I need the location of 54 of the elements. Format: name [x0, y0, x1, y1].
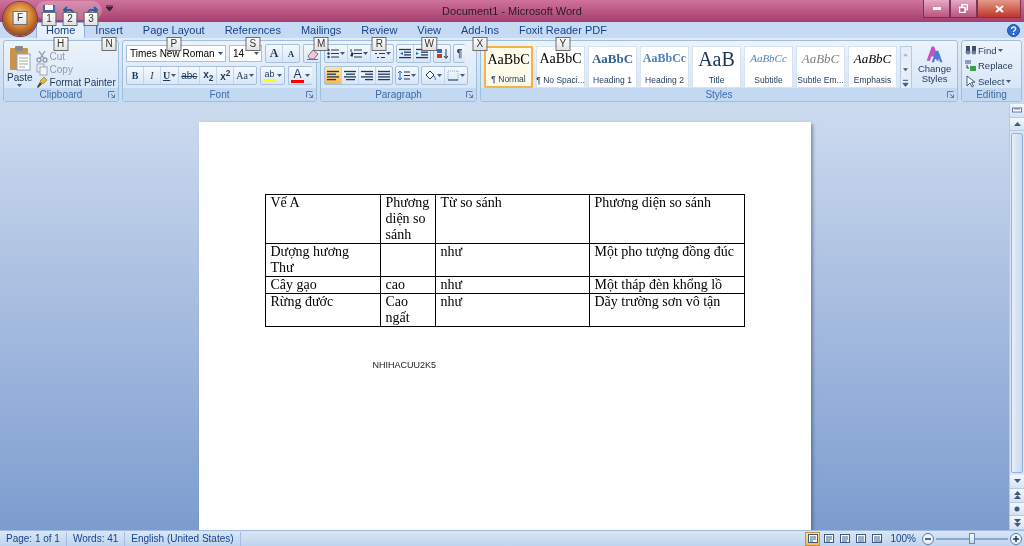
group-label: Paragraph: [375, 89, 422, 100]
keytip-tooltip: W: [421, 37, 437, 51]
keytip-tooltip: Y: [555, 37, 571, 51]
style-name: Heading 2: [645, 75, 684, 85]
style-preview: AaBbC: [591, 50, 634, 67]
group-label: Font: [209, 89, 230, 100]
table-cell: Dượng hương Thư: [265, 243, 380, 277]
style-name: Subtitle: [754, 75, 783, 85]
style-preview: AaBbCc: [750, 51, 787, 66]
table-cell: Cao ngất: [380, 293, 435, 327]
table-cell: như: [435, 276, 589, 294]
table-cell: cao: [380, 276, 435, 294]
style-preview: AaBbC: [487, 51, 530, 68]
keytip-tooltip: X: [472, 37, 488, 51]
style-preview: AaBbC: [801, 50, 840, 67]
status-text: Page: 1 of 1: [0, 531, 67, 546]
keytip-tooltip: N: [101, 37, 117, 51]
table-cell: Phương diện so sánh: [380, 194, 435, 244]
keytip-tooltip: 2: [62, 11, 78, 26]
table-cell: Vế A: [265, 194, 380, 244]
group-label: Editing: [976, 89, 1007, 100]
style-name: Emphasis: [853, 75, 892, 85]
table-cell: Rừng đước: [265, 293, 380, 327]
style-name: ¶ No Spaci...: [536, 75, 585, 85]
keytip-tooltip: 3: [83, 11, 99, 26]
table-cell: như: [435, 293, 589, 327]
keytip-tooltip: M: [313, 37, 329, 51]
table-cell: Cây gạo: [265, 276, 380, 294]
keytip-tooltip: R: [371, 37, 387, 51]
keytip-tooltip: P: [166, 37, 182, 51]
style-preview: AaB: [698, 50, 735, 68]
style-name: Subtle Em...: [797, 75, 844, 85]
page-text: NHIHACUU2K5: [372, 360, 437, 370]
style-preview: AaBbCc: [642, 50, 687, 67]
style-preview: AaBbC: [539, 50, 582, 67]
window-title: Document1 - Microsoft Word: [442, 5, 582, 17]
group-label: Styles: [705, 89, 733, 100]
table-cell: Phương diện so sánh: [589, 194, 744, 244]
style-name: ¶ Normal: [491, 74, 526, 84]
zoom-level-text: 100%: [890, 533, 916, 544]
keytip-tooltip: H: [53, 37, 69, 51]
table-cell: Một tháp đèn khổng lồ: [589, 276, 744, 294]
table-cell: như: [435, 243, 589, 277]
style-preview: AaBbC: [853, 50, 892, 67]
keytip-tooltip: S: [245, 37, 261, 51]
table-cell: Từ so sánh: [435, 194, 589, 244]
table-cell: Một pho tượng đồng đúc: [589, 243, 744, 277]
status-text: Words: 41: [66, 531, 126, 546]
table-cell: Dãy trường sơn vô tận: [589, 293, 744, 327]
keytip-tooltip: F: [12, 11, 28, 25]
style-name: Title: [708, 75, 725, 85]
status-text: English (United States): [125, 531, 241, 546]
style-name: Heading 1: [593, 75, 632, 85]
group-label: Clipboard: [39, 89, 83, 100]
